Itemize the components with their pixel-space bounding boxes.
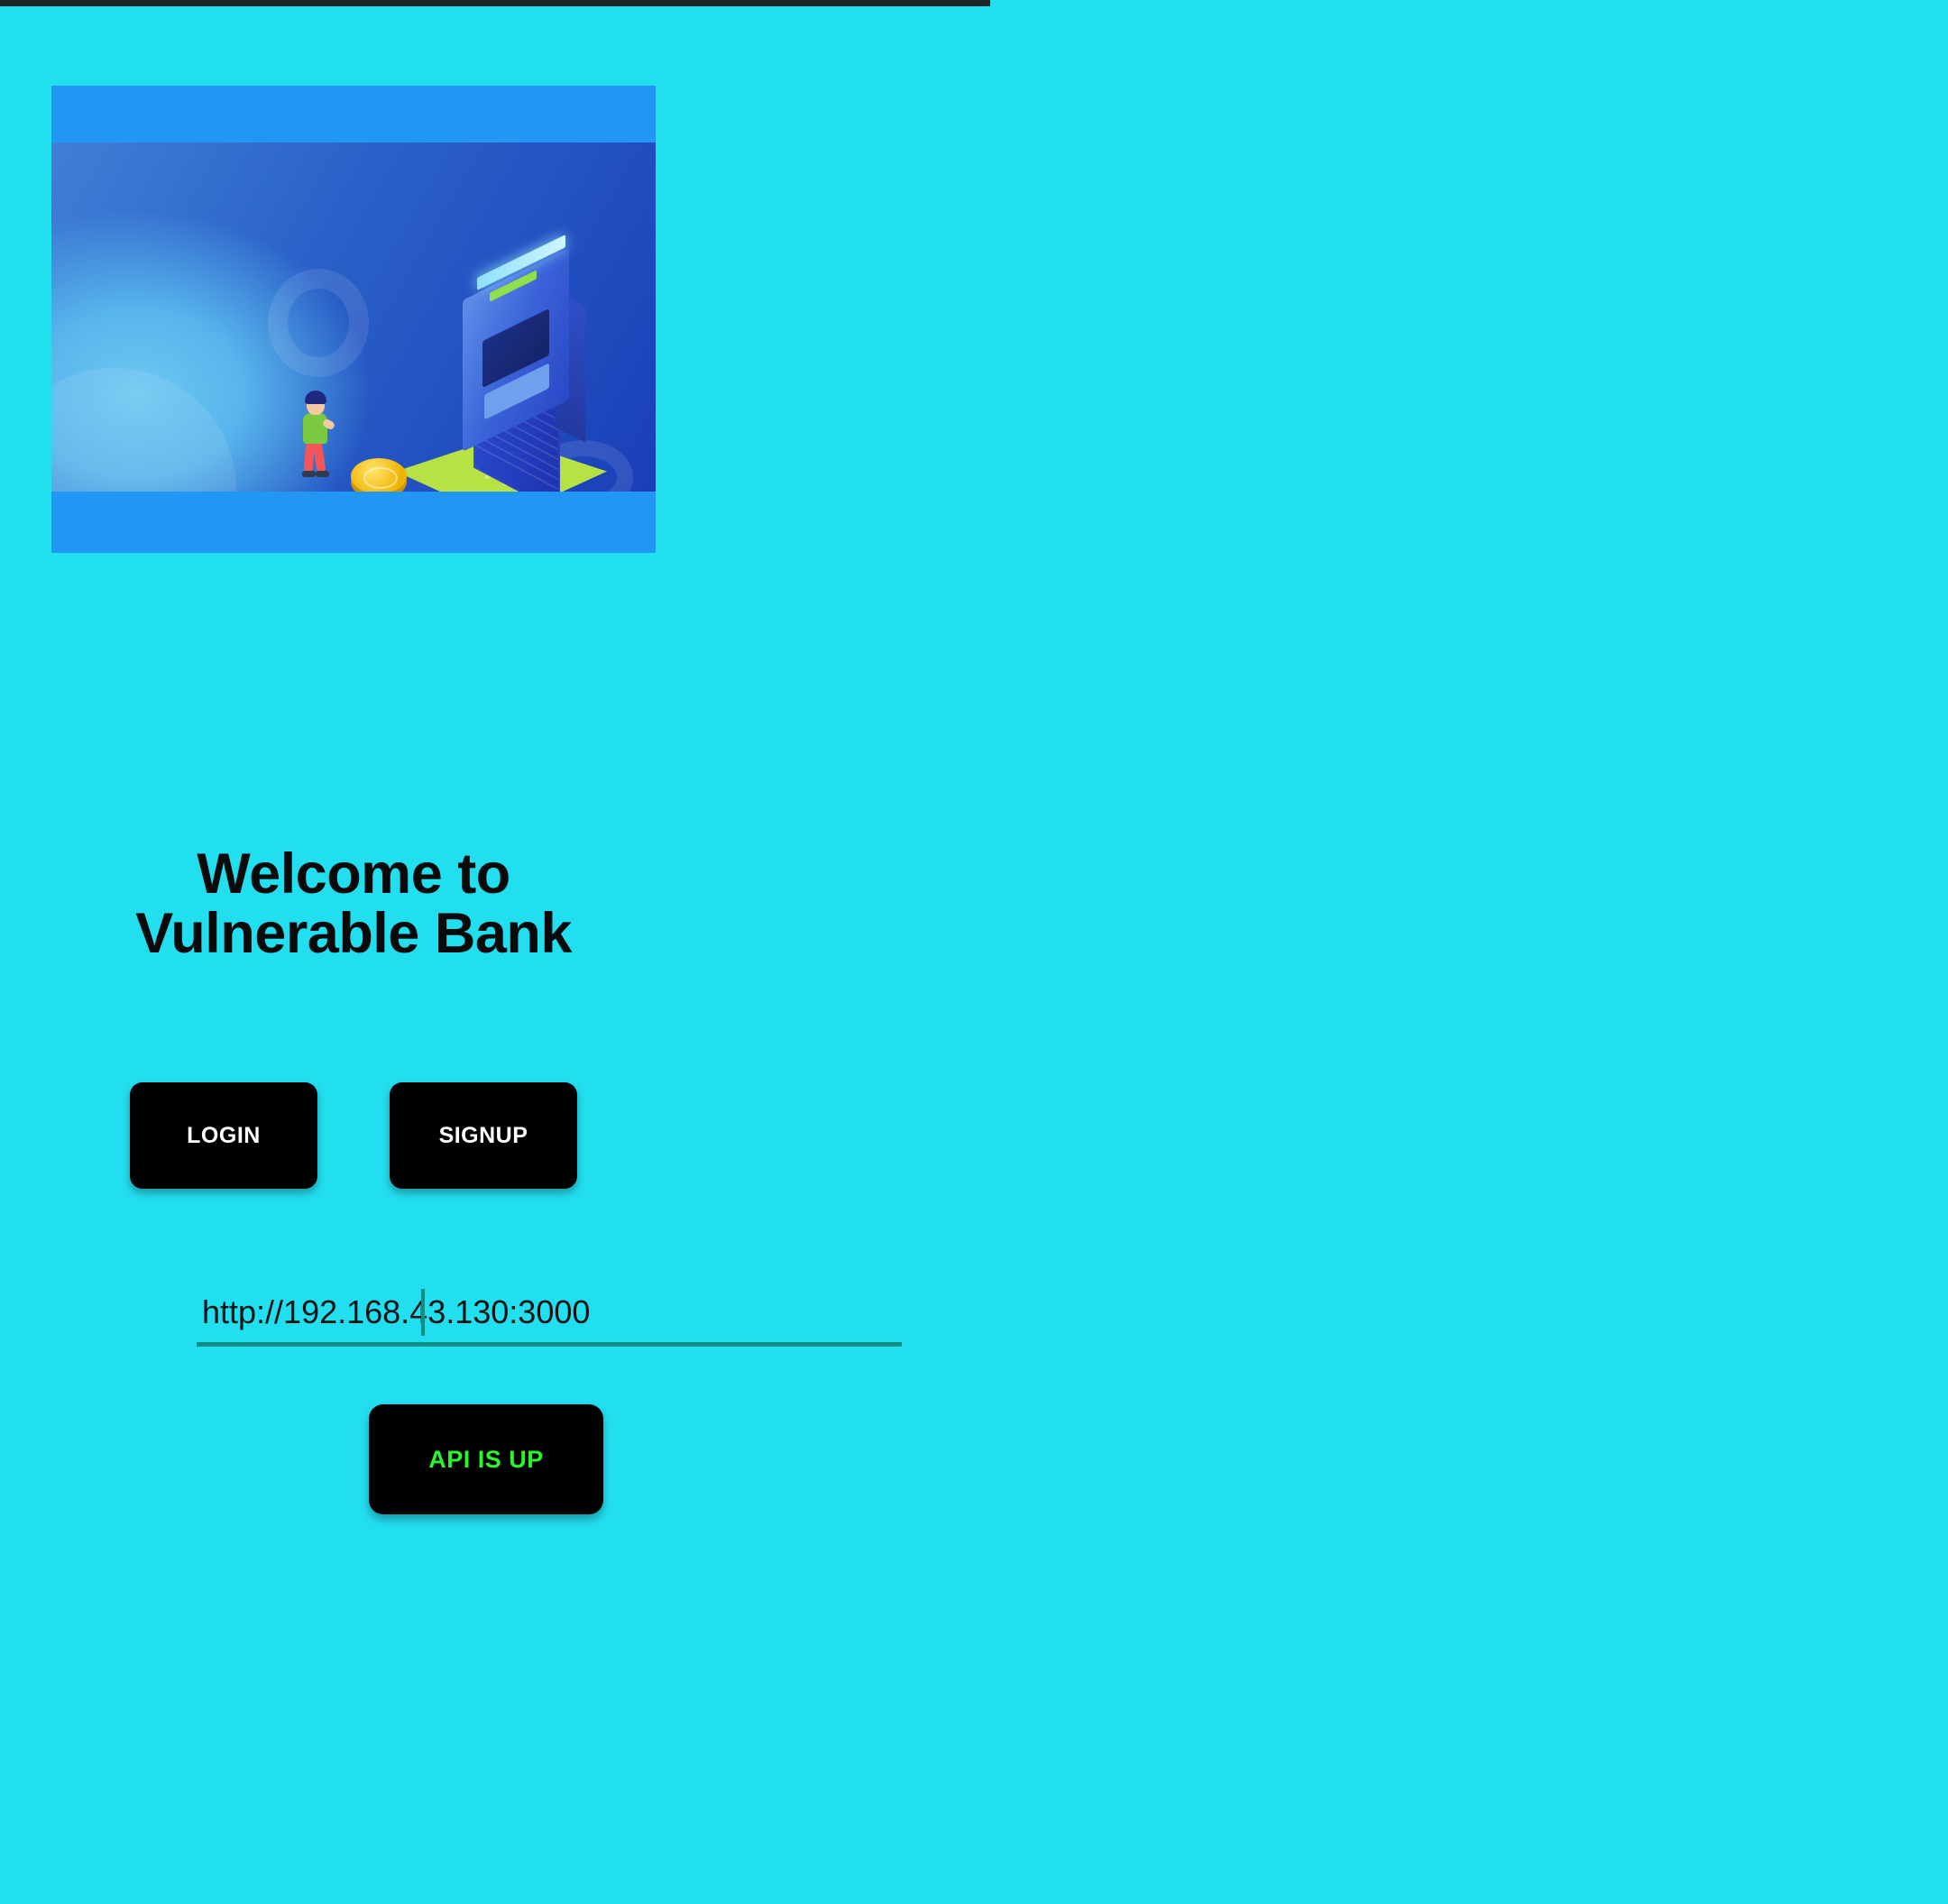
decor-ring [268, 269, 369, 377]
banner-bottom-bar [51, 492, 656, 553]
app-root: Welcome to Vulnerable Bank LOGIN SIGNUP … [0, 0, 1948, 1904]
atm-banner-illustration [51, 86, 656, 553]
person-illustration [296, 388, 336, 487]
text-cursor [421, 1289, 425, 1336]
right-panel: DASHBOARD LOGOUT Add Benific [990, 0, 1948, 1904]
gold-coin-icon [351, 458, 407, 494]
top-status-strip [0, 0, 990, 6]
left-panel: Welcome to Vulnerable Bank LOGIN SIGNUP … [0, 0, 990, 1904]
banner-top-bar [51, 86, 656, 143]
auth-button-group: LOGIN SIGNUP [51, 1082, 656, 1189]
signup-button[interactable]: SIGNUP [390, 1082, 577, 1189]
login-button[interactable]: LOGIN [130, 1082, 317, 1189]
api-status-button[interactable]: API IS UP [369, 1404, 603, 1514]
page-title: Welcome to Vulnerable Bank [135, 842, 572, 966]
banner-scene [51, 143, 656, 553]
api-url-field-wrapper [197, 1290, 902, 1347]
api-url-input[interactable] [197, 1290, 902, 1347]
